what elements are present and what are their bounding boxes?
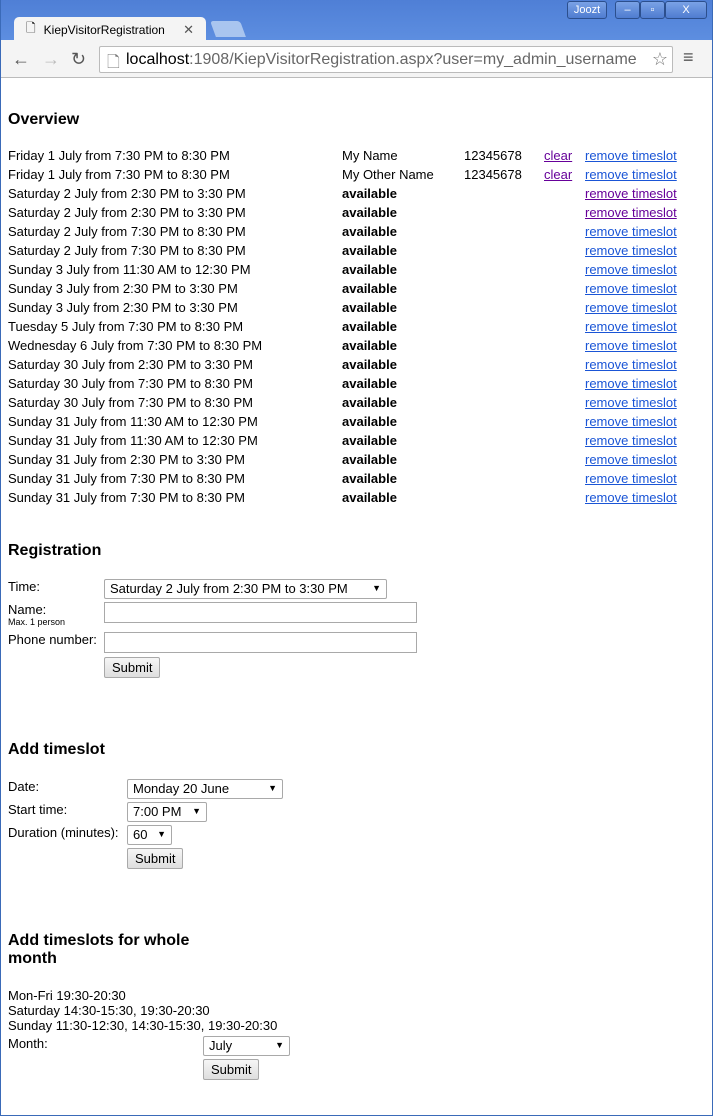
- window-frame: [0, 0, 713, 1116]
